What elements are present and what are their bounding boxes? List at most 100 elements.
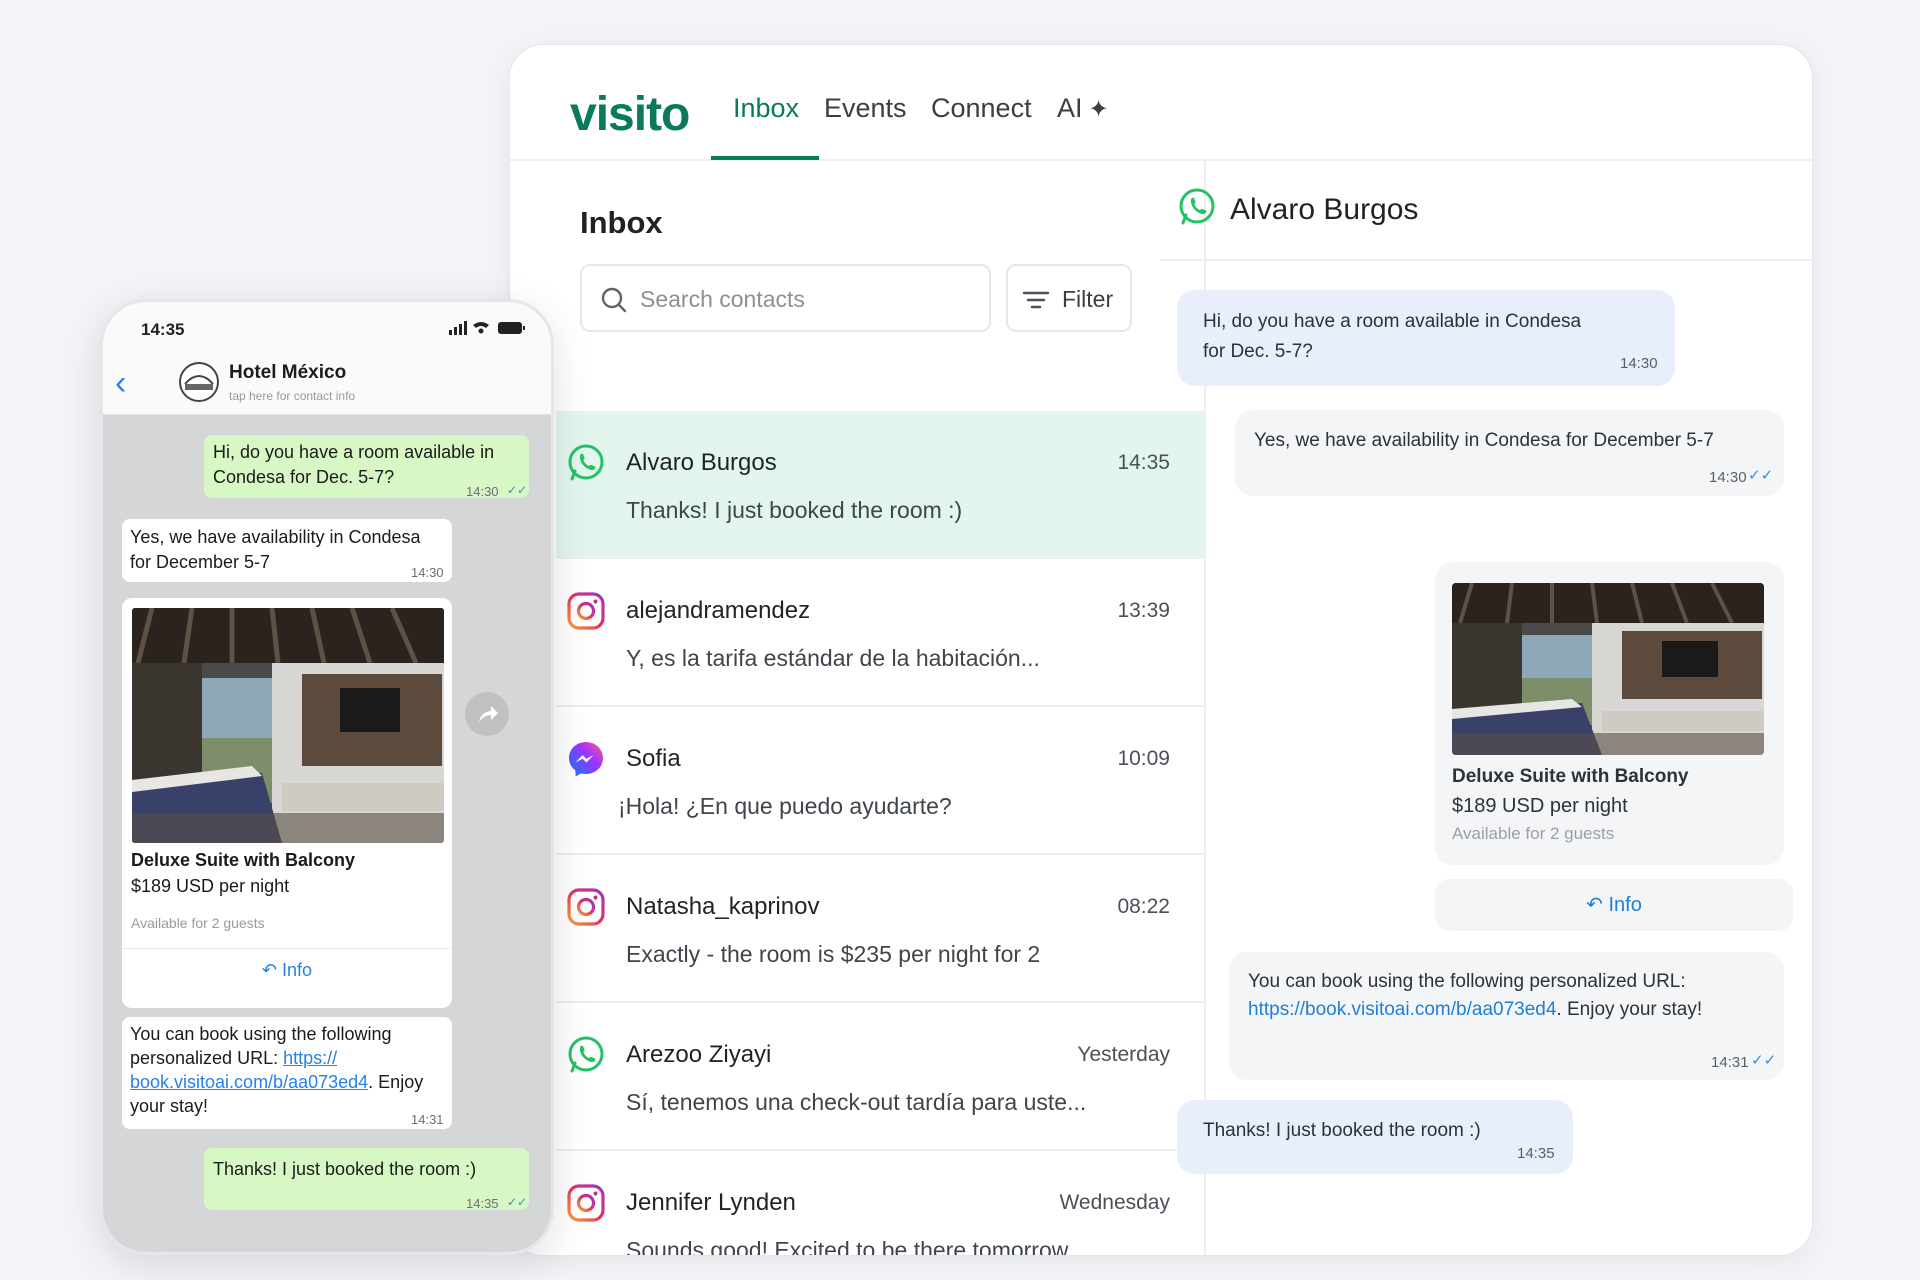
room-card: Deluxe Suite with Balcony $189 USD per n… (122, 598, 452, 1008)
conversation-item[interactable]: Alvaro Burgos 14:35 Thanks! I just booke… (556, 411, 1206, 559)
outgoing-message: Thanks! I just booked the room :) 14:35 … (204, 1148, 529, 1211)
double-check-icon: ✓✓ (1751, 1052, 1777, 1069)
message-text: Hi, do you have a room available in Cond… (1203, 311, 1582, 332)
message-text: Thanks! I just booked the room :) (213, 1159, 477, 1179)
room-title: Deluxe Suite with Balcony (131, 850, 356, 870)
message-text: your stay! (130, 1096, 209, 1116)
message-text: . Enjoy (368, 1072, 424, 1092)
message-text: Thanks! I just booked the room :) (1203, 1120, 1481, 1141)
outgoing-message: Yes, we have availability in Condesa for… (1235, 410, 1784, 496)
info-label: Info (282, 960, 313, 980)
message-time: 14:31 (1711, 1054, 1749, 1071)
whatsapp-icon (568, 1036, 604, 1073)
tab-ai[interactable]: AI ✦ (1057, 93, 1109, 124)
double-check-icon: ✓✓ (1748, 467, 1774, 484)
phone-mockup: 14:35 ‹ Hotel México tap here for contac… (100, 299, 554, 1255)
instagram-icon (567, 888, 605, 926)
contact-name: Natasha_kaprinov (626, 893, 820, 920)
message-text: personalized URL: (130, 1048, 284, 1068)
contact-name: Alvaro Burgos (626, 449, 777, 476)
message-text: You can book using the following (130, 1024, 392, 1044)
booking-link[interactable]: book.visitoai.com/b/aa073ed4 (130, 1072, 368, 1092)
filter-icon (1022, 291, 1050, 309)
room-photo (132, 608, 444, 843)
contact-name: Jennifer Lynden (626, 1189, 796, 1216)
outgoing-message: Hi, do you have a room available in Cond… (204, 435, 529, 499)
reply-icon: ↶ (261, 960, 278, 980)
inbox-title: Inbox (580, 205, 663, 240)
reply-icon: ↶ (1586, 894, 1603, 916)
message-time: Wednesday (1059, 1191, 1170, 1214)
incoming-message: Thanks! I just booked the room :) 14:35 (1177, 1100, 1573, 1174)
message-text-link-line: https://book.visitoai.com/b/aa073ed4. En… (1248, 994, 1702, 1025)
room-price: $189 USD per night (131, 876, 290, 896)
message-time: 14:30 (466, 484, 499, 499)
inbox-panel: Inbox Filter (556, 161, 1206, 1255)
double-check-icon: ✓✓ (507, 1195, 528, 1209)
conversation-item[interactable]: Arezoo Ziyayi Yesterday Sí, tenemos una … (556, 1003, 1206, 1151)
message-preview: Y, es la tarifa estándar de la habitació… (626, 645, 1040, 671)
tab-events[interactable]: Events (824, 93, 907, 124)
double-check-icon: ✓✓ (507, 483, 528, 497)
active-tab-indicator (711, 156, 819, 160)
message-text-line: book.visitoai.com/b/aa073ed4. Enjoy (130, 1070, 423, 1095)
hotel-name[interactable]: Hotel México (229, 362, 346, 384)
app-window: visito Inbox Events Connect AI✦ Inbox Fi… (509, 44, 1813, 1256)
messenger-icon (569, 742, 603, 777)
message-text: . Enjoy your stay! (1556, 999, 1703, 1020)
message-time: 14:35 (466, 1196, 499, 1211)
message-preview: Thanks! I just booked the room :) (626, 497, 963, 523)
top-navigation: visito Inbox Events Connect AI ✦ (510, 45, 1812, 161)
room-availability: Available for 2 guests (131, 915, 265, 931)
message-text: Yes, we have availability in Condesa for… (1254, 430, 1714, 451)
filter-label: Filter (1062, 286, 1114, 312)
message-text: Condesa for Dec. 5-7? (213, 467, 395, 487)
status-bar: 14:35 (103, 302, 551, 354)
message-time: 14:30 (411, 565, 444, 580)
message-text: for December 5-7 (130, 552, 271, 572)
forward-icon[interactable] (465, 692, 509, 736)
booking-link[interactable]: https://book.visitoai.com/b/aa073ed4 (1248, 999, 1556, 1020)
visito-logo: visito (570, 88, 690, 141)
instagram-icon (567, 592, 605, 630)
message-preview: Sí, tenemos una check-out tardía para us… (626, 1089, 1087, 1115)
message-time: 14:30 (1620, 355, 1658, 372)
info-button[interactable]: ↶ Info (1435, 879, 1793, 931)
incoming-message: You can book using the following persona… (122, 1017, 452, 1129)
tab-inbox[interactable]: Inbox (733, 93, 799, 124)
booking-link-part[interactable]: https:// (283, 1048, 337, 1068)
message-time: 14:31 (411, 1112, 444, 1127)
back-chevron-icon[interactable]: ‹ (115, 366, 126, 400)
contact-info-hint: tap here for contact info (229, 389, 356, 403)
outgoing-message: You can book using the following persona… (1229, 952, 1784, 1080)
room-card: Deluxe Suite with Balcony $189 USD per n… (1435, 562, 1784, 865)
conversation-item[interactable]: alejandramendez 13:39 Y, es la tarifa es… (556, 559, 1206, 707)
message-preview: ¡Hola! ¿En que puedo ayudarte? (618, 793, 952, 819)
search-box[interactable] (580, 264, 991, 332)
tab-connect[interactable]: Connect (931, 93, 1032, 124)
room-price: $189 USD per night (1452, 795, 1628, 817)
whatsapp-chat-body: Hi, do you have a room available in Cond… (103, 415, 551, 1252)
contact-name: alejandramendez (626, 597, 811, 624)
room-availability: Available for 2 guests (1452, 824, 1615, 843)
conversation-item[interactable]: Natasha_kaprinov 08:22 Exactly - the roo… (556, 855, 1206, 1003)
chat-contact-name: Alvaro Burgos (1230, 193, 1419, 226)
chat-panel: Alvaro Burgos Hi, do you have a room ava… (1160, 161, 1812, 1255)
conversation-list: Alvaro Burgos 14:35 Thanks! I just booke… (556, 411, 1206, 1255)
whatsapp-chat-header: ‹ Hotel México tap here for contact info (103, 354, 551, 415)
signal-wifi-battery-icon (449, 321, 525, 335)
conversation-item[interactable]: Jennifer Lynden Wednesday Sounds good! E… (556, 1151, 1206, 1255)
conversation-item[interactable]: Sofia 10:09 ¡Hola! ¿En que puedo ayudart… (556, 707, 1206, 855)
message-text: Yes, we have availability in Condesa (130, 527, 421, 547)
tab-ai-label: AI (1057, 93, 1083, 123)
incoming-message: Hi, do you have a room available in Cond… (1177, 290, 1675, 386)
search-input[interactable] (640, 280, 980, 318)
message-time: 14:35 (1517, 1145, 1555, 1162)
instagram-icon (567, 1184, 605, 1222)
filter-button[interactable]: Filter (1006, 264, 1132, 332)
hotel-avatar[interactable] (179, 362, 219, 402)
message-time: Yesterday (1077, 1043, 1170, 1066)
whatsapp-icon (1179, 188, 1215, 225)
search-icon (601, 287, 627, 313)
info-button[interactable]: ↶ Info (122, 960, 452, 981)
